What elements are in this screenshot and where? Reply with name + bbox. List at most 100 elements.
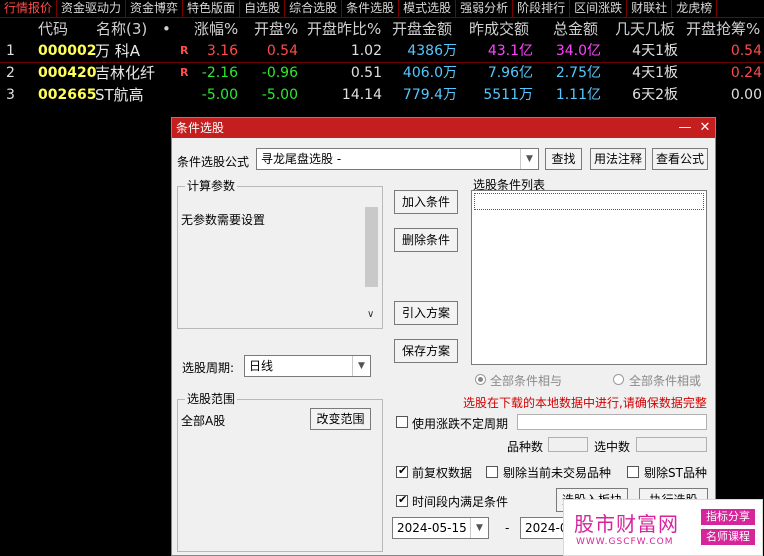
chevron-down-icon[interactable]: ∨ bbox=[367, 309, 374, 320]
radio-or[interactable] bbox=[613, 374, 624, 385]
header-yesterday-amount[interactable]: 昨成交额 bbox=[469, 18, 529, 40]
radio-and-label[interactable]: 全部条件相与 bbox=[490, 372, 562, 389]
exclude-untraded-label[interactable]: 剔除当前未交易品种 bbox=[503, 464, 611, 481]
date-range-dash: - bbox=[505, 521, 510, 535]
header-change-pct[interactable]: 涨幅% bbox=[194, 18, 238, 40]
find-button[interactable]: 查找 bbox=[545, 148, 582, 170]
watermark-main: 股市财富网 bbox=[574, 512, 679, 536]
stock-code: 002665 bbox=[38, 87, 97, 103]
import-plan-button[interactable]: 引入方案 bbox=[394, 301, 458, 325]
tab-condition-select[interactable]: 条件选股 bbox=[342, 0, 400, 17]
tab-feature-board[interactable]: 特色版面 bbox=[183, 0, 241, 17]
table-row[interactable]: 2 000420 吉林化纤 R -2.16 -0.96 0.51 406.0万 … bbox=[0, 62, 764, 84]
use-irregular-label[interactable]: 使用涨跌不定周期 bbox=[412, 415, 508, 432]
header-open-ratio[interactable]: 开盘昨比% bbox=[307, 18, 381, 40]
days-boards: 6天2板 bbox=[632, 87, 678, 103]
total-amount: 2.75亿 bbox=[555, 65, 601, 81]
tab-dragon-tiger[interactable]: 龙虎榜 bbox=[672, 0, 718, 17]
open-grab: 0.24 bbox=[730, 65, 762, 81]
irregular-period-field[interactable] bbox=[517, 414, 707, 430]
chevron-down-icon[interactable]: ▼ bbox=[352, 356, 370, 376]
tab-watchlist[interactable]: 自选股 bbox=[240, 0, 286, 17]
formula-select[interactable]: 寻龙尾盘选股 - ▼ bbox=[256, 148, 539, 170]
tab-fund-drive[interactable]: 资金驱动力 bbox=[57, 0, 127, 17]
open-grab: 0.00 bbox=[730, 87, 762, 103]
fq-checkbox[interactable]: ✔ bbox=[396, 464, 408, 478]
open-amount: 4386万 bbox=[407, 43, 457, 59]
header-open-amount[interactable]: 开盘金额 bbox=[392, 18, 452, 40]
add-condition-button[interactable]: 加入条件 bbox=[394, 190, 458, 214]
tab-combined-select[interactable]: 综合选股 bbox=[285, 0, 343, 17]
save-plan-button[interactable]: 保存方案 bbox=[394, 339, 458, 363]
open-ratio: 14.14 bbox=[341, 87, 382, 103]
yesterday-amount: 5511万 bbox=[483, 87, 533, 103]
period-label: 选股周期: bbox=[182, 361, 235, 375]
tab-range-change[interactable]: 区间涨跌 bbox=[570, 0, 628, 17]
period-value: 日线 bbox=[249, 359, 274, 373]
start-date-value: 2024-05-15 bbox=[397, 521, 467, 535]
open-grab: 0.54 bbox=[730, 43, 762, 59]
margin-flag: R bbox=[180, 44, 189, 57]
table-row[interactable]: 1 000002 万 科A R 3.16 0.54 1.02 4386万 43.… bbox=[0, 40, 764, 63]
tab-fund-game[interactable]: 资金博弈 bbox=[126, 0, 184, 17]
tab-stage-ranking[interactable]: 阶段排行 bbox=[513, 0, 571, 17]
header-days-boards[interactable]: 几天几板 bbox=[615, 18, 675, 40]
tab-strength-analysis[interactable]: 强弱分析 bbox=[456, 0, 514, 17]
time-range-checkbox[interactable]: ✔ bbox=[396, 493, 408, 507]
open-amount: 779.4万 bbox=[402, 87, 457, 103]
minimize-button[interactable]: — bbox=[677, 119, 693, 137]
tab-quote[interactable]: 行情报价 bbox=[0, 0, 58, 17]
watermark-tag1: 指标分享 bbox=[701, 509, 755, 525]
margin-flag: R bbox=[180, 66, 189, 79]
stock-name: ST航高 bbox=[95, 86, 144, 104]
top-tab-bar: 行情报价 资金驱动力 资金博弈 特色版面 自选股 综合选股 条件选股 模式选股 … bbox=[0, 0, 764, 18]
chevron-down-icon[interactable]: ▼ bbox=[470, 518, 488, 538]
stock-count-field bbox=[548, 437, 588, 452]
header-name[interactable]: 名称(3) bbox=[96, 18, 147, 40]
watermark-tag2: 名师课程 bbox=[701, 529, 755, 545]
header-code[interactable]: 代码 bbox=[38, 18, 68, 40]
start-date-picker[interactable]: 2024-05-15 ▼ bbox=[392, 517, 489, 539]
quote-table-header: 代码 名称(3) • 涨幅% 开盘% 开盘昨比% 开盘金额 昨成交额 总金额 几… bbox=[0, 18, 764, 40]
change-pct: 3.16 bbox=[206, 43, 238, 59]
row-index: 1 bbox=[6, 43, 15, 59]
open-pct: -0.96 bbox=[261, 65, 298, 81]
change-range-button[interactable]: 改变范围 bbox=[310, 408, 371, 430]
dialog-titlebar[interactable]: 条件选股 — ✕ bbox=[172, 118, 715, 138]
selected-count-label: 选中数 bbox=[594, 440, 631, 454]
condition-list[interactable] bbox=[471, 190, 707, 365]
header-dot: • bbox=[162, 20, 171, 38]
time-range-label[interactable]: 时间段内满足条件 bbox=[412, 493, 508, 510]
stock-name: 吉林化纤 bbox=[95, 64, 156, 82]
delete-condition-button[interactable]: 删除条件 bbox=[394, 228, 458, 252]
radio-and[interactable] bbox=[475, 374, 486, 385]
tab-pattern-select[interactable]: 模式选股 bbox=[399, 0, 457, 17]
total-amount: 34.0亿 bbox=[555, 43, 601, 59]
exclude-st-label[interactable]: 剔除ST品种 bbox=[644, 464, 707, 481]
header-total-amount[interactable]: 总金额 bbox=[553, 18, 598, 40]
stock-code: 000002 bbox=[38, 43, 97, 59]
view-formula-button[interactable]: 查看公式 bbox=[652, 148, 708, 170]
radio-or-label[interactable]: 全部条件相或 bbox=[629, 372, 701, 389]
tab-cailianshe[interactable]: 财联社 bbox=[627, 0, 673, 17]
stock-name: 万 科A bbox=[95, 42, 141, 60]
fq-label[interactable]: 前复权数据 bbox=[412, 464, 472, 481]
stock-code: 000420 bbox=[38, 65, 97, 81]
change-pct: -2.16 bbox=[201, 65, 238, 81]
scrollbar-thumb[interactable] bbox=[365, 207, 378, 287]
close-icon[interactable]: ✕ bbox=[697, 119, 713, 137]
header-open-grab[interactable]: 开盘抢筹% bbox=[686, 18, 760, 40]
formula-value: 寻龙尾盘选股 - bbox=[261, 152, 342, 166]
exclude-st-checkbox[interactable] bbox=[627, 466, 639, 478]
params-scrollbar[interactable]: ∨ bbox=[364, 197, 380, 327]
usage-notes-button[interactable]: 用法注释 bbox=[590, 148, 646, 170]
chevron-down-icon[interactable]: ▼ bbox=[520, 149, 538, 169]
period-select[interactable]: 日线 ▼ bbox=[244, 355, 371, 377]
open-pct: -5.00 bbox=[261, 87, 298, 103]
exclude-untraded-checkbox[interactable] bbox=[486, 466, 498, 478]
selected-count-field bbox=[636, 437, 707, 452]
list-focus-row[interactable] bbox=[474, 193, 704, 210]
header-open-pct[interactable]: 开盘% bbox=[254, 18, 298, 40]
use-irregular-checkbox[interactable] bbox=[396, 416, 408, 428]
table-row[interactable]: 3 002665 ST航高 -5.00 -5.00 14.14 779.4万 5… bbox=[0, 84, 764, 106]
